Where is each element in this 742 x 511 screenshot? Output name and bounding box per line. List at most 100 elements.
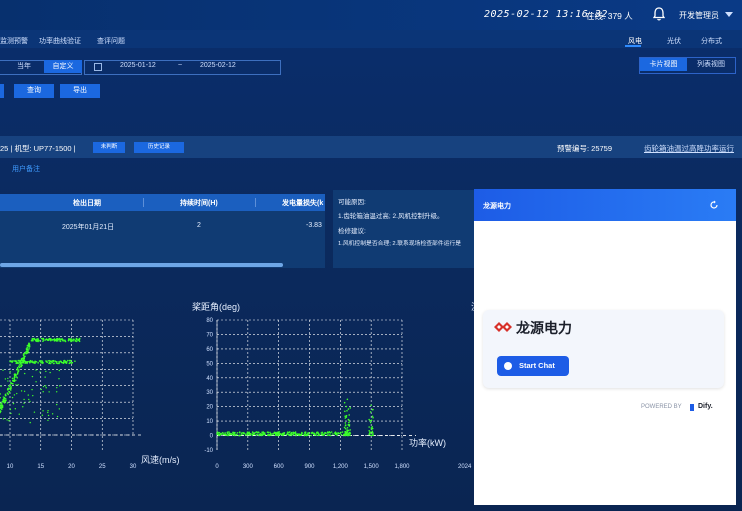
scatter-point	[340, 433, 343, 436]
scatter-point	[16, 392, 18, 395]
scatter-point	[11, 380, 14, 382]
scatter-point	[349, 432, 352, 435]
scatter-point	[20, 365, 22, 368]
scatter-point	[16, 377, 19, 379]
scatter-point	[62, 340, 64, 342]
scatter-point	[41, 360, 44, 362]
scatter-point	[368, 433, 371, 436]
list-view-button[interactable]: 列表视图	[688, 58, 734, 71]
scatter-point	[348, 421, 350, 424]
warning-title-link[interactable]: 齿轮箱油温过高降功率运行	[644, 143, 734, 154]
scatter-point	[234, 431, 236, 434]
date-start[interactable]: 2025-01-12	[120, 62, 156, 69]
y-tick-label: 40	[206, 376, 213, 382]
scatter-point	[13, 375, 16, 377]
period-year-button[interactable]: 当年	[8, 60, 40, 73]
export-button[interactable]: 导出	[60, 84, 100, 98]
scatter-point	[12, 402, 15, 405]
scatter-point	[258, 433, 260, 436]
scatter-point	[368, 418, 370, 421]
scatter-point	[314, 434, 316, 436]
scatter-point	[283, 432, 286, 434]
user-remark-tab[interactable]: 用户备注	[12, 164, 40, 174]
scatter-point	[273, 431, 276, 434]
scatter-point	[257, 431, 260, 434]
scatter-point	[41, 362, 44, 364]
scatter-point	[23, 398, 25, 401]
scatter-point	[301, 432, 303, 434]
scatter-point	[286, 431, 289, 433]
column-divider	[143, 198, 144, 207]
scatter-point	[35, 381, 37, 383]
scatter-point	[10, 360, 12, 362]
scatter-point	[8, 390, 10, 393]
scatter-point	[371, 408, 374, 411]
scatter-point	[320, 432, 323, 434]
suggest-text: 1.风机控制是否合理; 2.联系现场检查部件运行是	[338, 241, 462, 247]
bell-icon[interactable]	[653, 7, 665, 21]
scatter-point	[339, 432, 341, 435]
scatter-point	[31, 388, 33, 391]
status-tag[interactable]: 未判断	[93, 142, 125, 153]
scatter-point	[2, 401, 5, 403]
nav-item-monitor[interactable]: 监测预警	[0, 36, 28, 46]
scatter-point	[22, 406, 24, 408]
scatter-point	[260, 432, 262, 435]
scatter-point	[74, 360, 76, 362]
scatter-point	[304, 431, 306, 434]
scatter-point	[42, 410, 44, 412]
scatter-point	[324, 431, 326, 434]
scatter-point	[24, 355, 26, 358]
refresh-icon[interactable]	[709, 200, 719, 210]
scatter-point	[310, 434, 312, 437]
scatter-point	[29, 400, 31, 403]
scatter-point	[21, 364, 23, 367]
scatter-point	[22, 354, 25, 356]
scatter-point	[249, 433, 251, 435]
scatter-point	[47, 359, 50, 362]
scatter-point	[226, 432, 229, 435]
scatter-point	[281, 434, 284, 437]
x-tick-label: 1,800	[394, 464, 410, 470]
reset-button-partial[interactable]	[0, 84, 4, 98]
scatter-point	[336, 434, 339, 436]
y-tick-label: -10	[204, 448, 213, 454]
scatter-point	[238, 434, 241, 437]
start-chat-label[interactable]: Start Chat	[519, 361, 555, 370]
scatter-point	[321, 433, 323, 436]
col-detect-date: 检出日期	[73, 200, 101, 207]
scatter-point	[28, 345, 31, 348]
user-menu[interactable]: 开发管理员	[679, 10, 719, 21]
scatter-point	[58, 369, 60, 372]
scatter-point	[346, 431, 348, 433]
scatter-point	[263, 433, 266, 435]
scatter-point	[346, 429, 349, 432]
chevron-down-icon[interactable]	[725, 12, 733, 17]
nav-item-power-curve[interactable]: 功率曲线验证	[39, 36, 81, 46]
scatter-point	[236, 431, 239, 434]
query-button[interactable]: 查询	[14, 84, 54, 98]
scatter-point	[16, 368, 19, 370]
period-custom-button[interactable]: 自定义	[44, 60, 82, 73]
scatter-point	[44, 339, 47, 341]
scatter-point	[347, 433, 350, 435]
x-tick-label: 1,200	[333, 464, 349, 470]
calendar-icon	[94, 63, 102, 71]
table-scrollbar[interactable]	[0, 263, 283, 267]
x-tick-label: 2024	[458, 464, 472, 470]
scatter-point	[329, 434, 332, 437]
scatter-point	[231, 434, 234, 436]
scatter-point	[225, 434, 227, 436]
scatter-point	[26, 361, 28, 364]
history-button[interactable]: 历史记录	[134, 142, 184, 153]
tab-distributed[interactable]: 分布式	[701, 36, 722, 46]
nav-item-issues[interactable]: 查评问题	[97, 36, 125, 46]
scatter-point	[345, 433, 347, 435]
card-view-button[interactable]: 卡片视图	[640, 58, 687, 71]
tab-solar[interactable]: 光伏	[667, 36, 681, 46]
scatter-point	[346, 410, 348, 412]
scatter-point	[16, 372, 19, 375]
date-range-picker[interactable]	[84, 60, 281, 75]
scatter-point	[245, 434, 247, 436]
date-end[interactable]: 2025-02-12	[200, 62, 236, 69]
